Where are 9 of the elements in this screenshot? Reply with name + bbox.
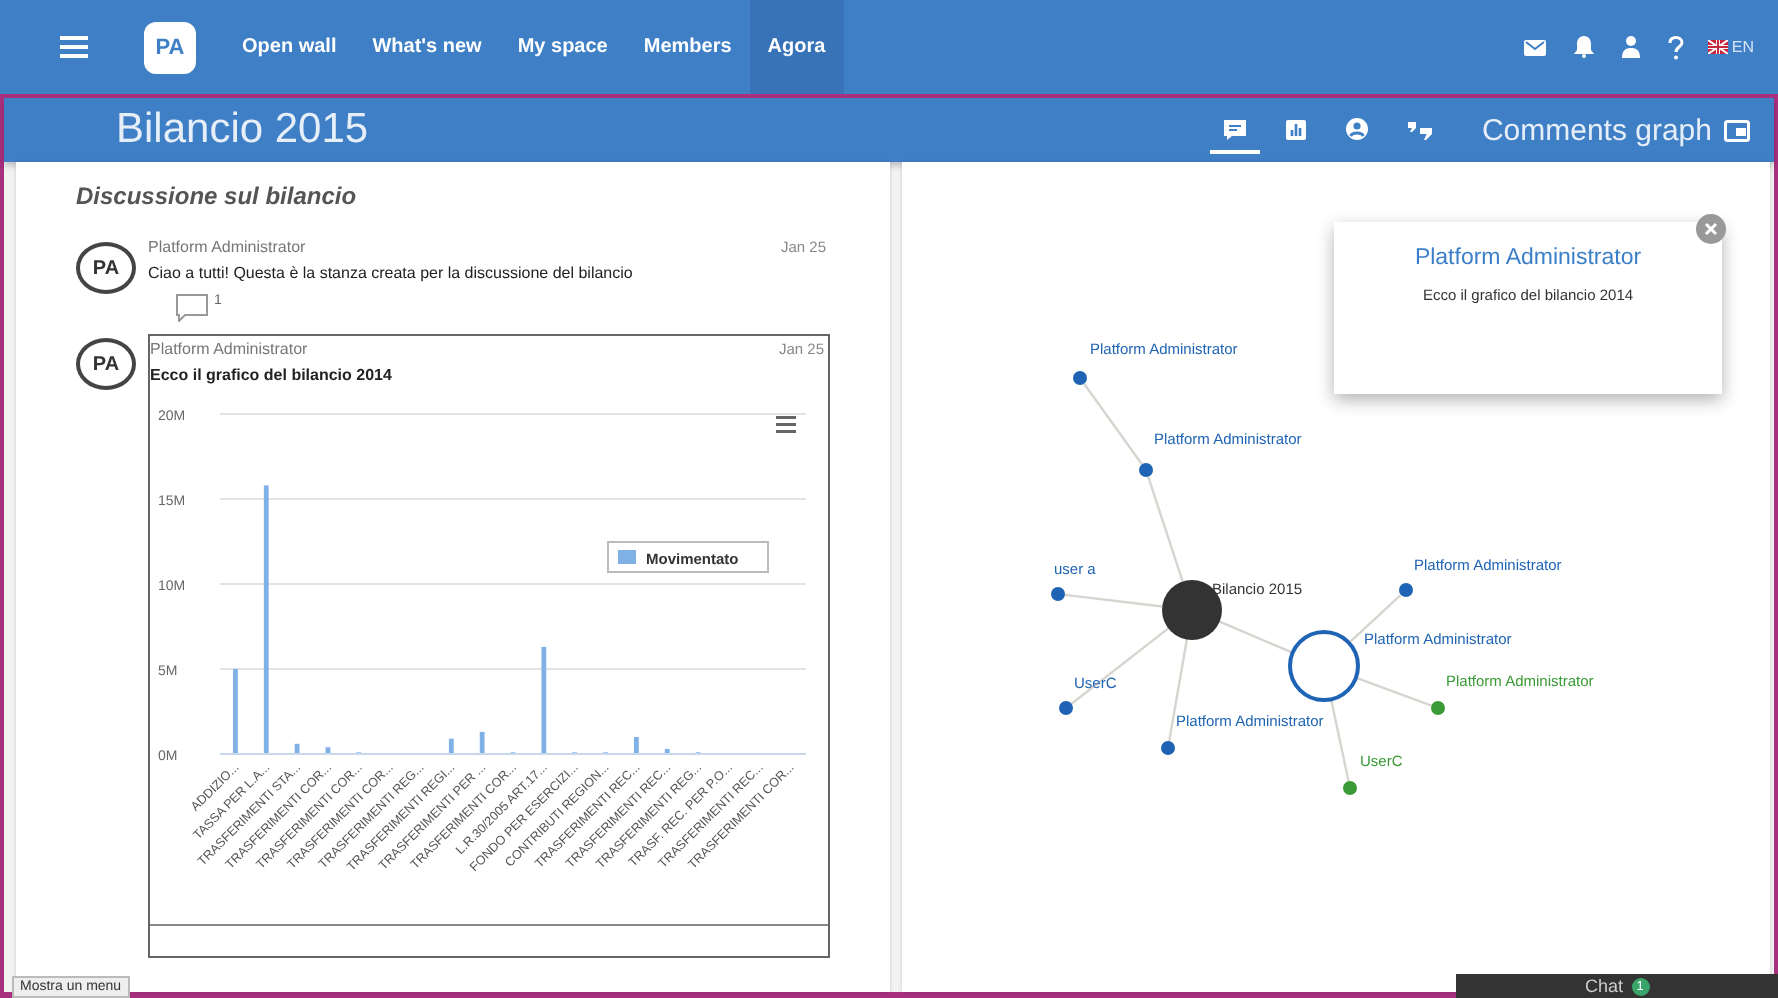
view-title: Comments graph <box>1481 113 1712 147</box>
popup-title: Platform Administrator <box>1412 246 1644 270</box>
chat-label: Chat <box>1584 976 1623 996</box>
avatar-logo: PA <box>76 338 136 390</box>
post-text: Ecco il grafico del bilancio 2014 <box>150 366 394 384</box>
avatar-logo: PA <box>76 242 136 294</box>
discussion-title: Discussione sul bilancio <box>76 182 359 210</box>
room-title: Bilancio 2015 <box>116 106 369 154</box>
post-text: Ciao a tutti! Questa è la stanza creata per la discussione del bilancio <box>148 264 635 282</box>
